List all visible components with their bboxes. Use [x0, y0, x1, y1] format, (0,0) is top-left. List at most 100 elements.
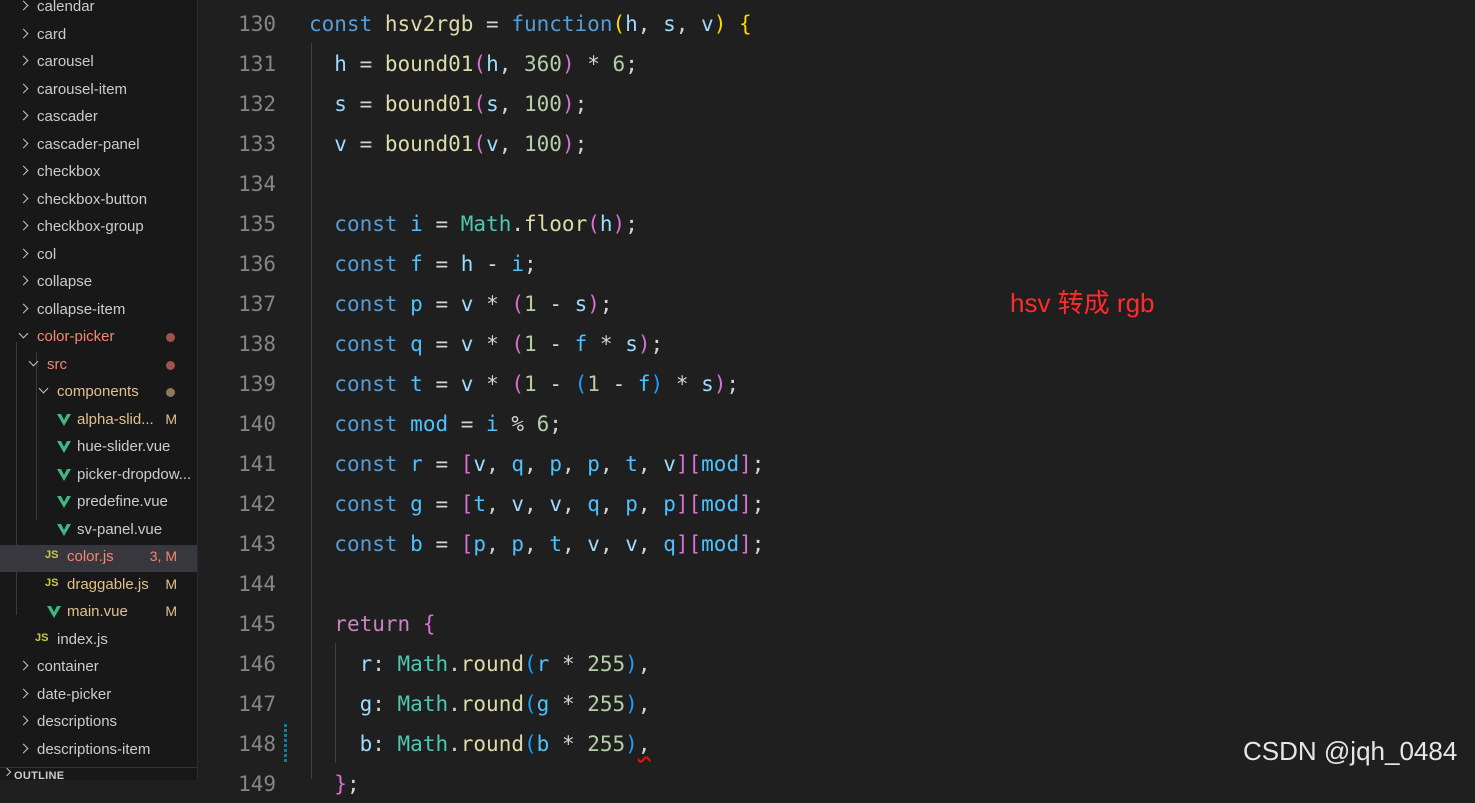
code-token: ( [511, 292, 525, 316]
explorer-item-descriptions[interactable]: descriptions [0, 710, 197, 737]
explorer-item-draggable-js[interactable]: JS draggable.js M [0, 573, 197, 600]
chevron-right-icon [18, 138, 29, 148]
code-token: , [637, 492, 664, 516]
explorer-item-carousel-item[interactable]: carousel-item [0, 78, 197, 105]
explorer-item-carousel[interactable]: carousel [0, 50, 197, 77]
code-token: ) [625, 652, 638, 676]
explorer-item-container[interactable]: container [0, 655, 197, 682]
explorer-item-card[interactable]: card [0, 23, 197, 50]
modified-dot-icon [166, 388, 175, 397]
code-line[interactable]: 144 [198, 563, 1475, 603]
code-token: = [422, 372, 461, 396]
code-line[interactable]: 146 r: Math.round(r * 255), [198, 643, 1475, 683]
code-token: s [663, 12, 676, 36]
code-line[interactable]: 132 s = bound01(s, 100); [198, 83, 1475, 123]
explorer-item-components[interactable]: components [0, 380, 197, 407]
code-editor[interactable]: 130 const hsv2rgb = function(h, s, v) {13… [198, 0, 1475, 796]
explorer-item-label: hue-slider.vue [77, 438, 171, 455]
code-line[interactable]: 147 g: Math.round(g * 255), [198, 683, 1475, 723]
code-token: i [410, 212, 423, 236]
code-line[interactable]: 130 const hsv2rgb = function(h, s, v) { [198, 3, 1475, 43]
code-line[interactable]: 135 const i = Math.floor(h); [198, 203, 1475, 243]
outline-section-header[interactable]: OUTLINE [0, 767, 197, 782]
explorer-item-label: picker-dropdow... [77, 465, 192, 483]
code-token: b [536, 732, 550, 756]
code-text: b: Math.round(b * 255), [309, 732, 651, 756]
code-token: { [422, 612, 436, 636]
explorer-item-cascader[interactable]: cascader [0, 105, 197, 132]
explorer-item-sv-panel-vue[interactable]: sv-panel.vue [0, 518, 197, 545]
code-token: p [410, 292, 423, 316]
explorer-item-collapse[interactable]: collapse [0, 270, 197, 297]
explorer-item-hue-slider-vue[interactable]: hue-slider.vue [0, 435, 197, 462]
code-line[interactable]: 143 const b = [p, p, t, v, v, q][mod]; [198, 523, 1475, 563]
code-line[interactable]: 136 const f = h - i; [198, 243, 1475, 283]
code-token: return [334, 612, 411, 636]
code-line[interactable]: 145 return { [198, 603, 1475, 643]
code-token: ; [625, 52, 638, 76]
code-line[interactable]: 149 }; [198, 763, 1475, 803]
explorer-item-collapse-item[interactable]: collapse-item [0, 298, 197, 325]
code-token: - [599, 372, 638, 396]
annotation-text: hsv 转成 rgb [1010, 288, 1155, 318]
code-token: ( [612, 12, 626, 36]
code-token: , [599, 532, 626, 556]
code-token: p [663, 492, 676, 516]
code-token: * [473, 372, 512, 396]
code-line[interactable]: 139 const t = v * (1 - (1 - f) * s); [198, 363, 1475, 403]
vue-file-icon [57, 441, 71, 453]
explorer-item-date-picker[interactable]: date-picker [0, 683, 197, 710]
explorer-item-color-js[interactable]: JS color.js 3, M [0, 545, 197, 572]
explorer-item-color-picker[interactable]: color-picker [0, 325, 197, 352]
code-token: v [511, 492, 525, 516]
code-line[interactable]: 142 const g = [t, v, v, q, p, p][mod]; [198, 483, 1475, 523]
explorer-item-checkbox-group[interactable]: checkbox-group [0, 215, 197, 242]
code-token: ) [625, 732, 638, 756]
vue-file-icon [57, 523, 71, 536]
code-line[interactable]: 131 h = bound01(h, 360) * 6; [198, 43, 1475, 83]
code-token: s [701, 372, 714, 396]
code-token: b [359, 732, 373, 756]
code-line[interactable]: 133 v = bound01(v, 100); [198, 123, 1475, 163]
code-line[interactable]: 137 const p = v * (1 - s); [198, 283, 1475, 323]
line-number: 141 [238, 452, 276, 476]
code-token: bound01 [384, 52, 474, 76]
code-line[interactable]: 138 const q = v * (1 - f * s); [198, 323, 1475, 363]
code-token: = [422, 452, 461, 476]
line-number: 130 [238, 12, 276, 36]
explorer-item-col[interactable]: col [0, 243, 197, 270]
explorer-item-alpha-slid[interactable]: alpha-slid... M [0, 408, 197, 435]
explorer-item-calendar[interactable]: calendar [0, 0, 197, 22]
code-token: [ [688, 492, 702, 516]
explorer-item-checkbox[interactable]: checkbox [0, 160, 197, 187]
explorer-item-picker-dropdow[interactable]: picker-dropdow... [0, 463, 197, 490]
code-line[interactable]: 141 const r = [v, q, p, p, t, v][mod]; [198, 443, 1475, 483]
explorer-item-predefine-vue[interactable]: predefine.vue [0, 490, 197, 517]
explorer-item-cascader-panel[interactable]: cascader-panel [0, 133, 197, 160]
explorer-item-label: descriptions [37, 713, 118, 730]
explorer-item-index-js[interactable]: JS index.js [0, 628, 197, 655]
code-token: . [511, 212, 524, 236]
code-token: : [372, 732, 398, 756]
code-token: [ [460, 492, 474, 516]
code-token: , [498, 52, 525, 76]
code-line[interactable]: 140 const mod = i % 6; [198, 403, 1475, 443]
code-token: , [561, 492, 588, 516]
outline-title: OUTLINE [14, 770, 65, 782]
explorer-item-descriptions-item[interactable]: descriptions-item [0, 738, 197, 765]
line-number: 132 [238, 92, 276, 116]
explorer-item-checkbox-button[interactable]: checkbox-button [0, 188, 197, 215]
explorer-item-src[interactable]: src [0, 353, 197, 380]
code-text: const q = v * (1 - f * s); [309, 332, 663, 356]
code-token: ; [574, 92, 588, 116]
code-token: ] [739, 492, 752, 516]
explorer-item-main-vue[interactable]: main.vue M [0, 600, 197, 627]
code-line[interactable]: 134 [198, 163, 1475, 203]
explorer-item-label: index.js [57, 630, 108, 648]
